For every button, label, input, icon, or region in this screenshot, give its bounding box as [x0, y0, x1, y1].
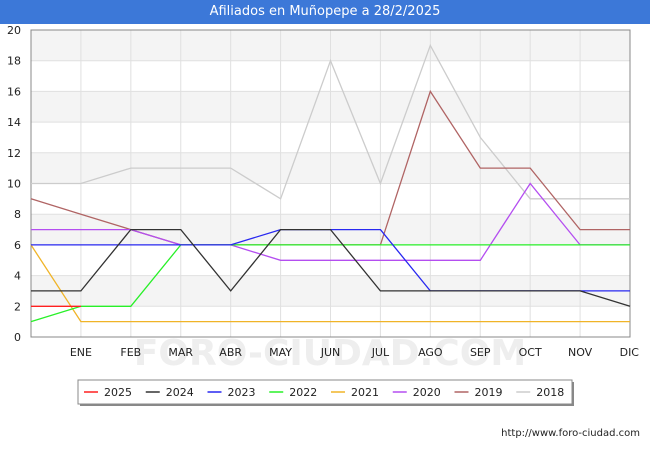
x-tick-label: SEP [470, 346, 491, 359]
y-tick-label: 10 [7, 178, 21, 191]
x-tick-label: MAR [168, 346, 193, 359]
legend-label: 2018 [536, 386, 564, 399]
x-tick-label: DIC [620, 346, 640, 359]
x-tick-label: ENE [70, 346, 92, 359]
legend-label: 2021 [351, 386, 379, 399]
y-tick-label: 18 [7, 55, 21, 68]
x-tick-label: OCT [519, 346, 542, 359]
y-tick-label: 8 [14, 208, 21, 221]
legend-label: 2019 [475, 386, 503, 399]
y-tick-label: 4 [14, 270, 21, 283]
x-tick-label: JUL [371, 346, 390, 359]
x-tick-label: JUN [320, 346, 341, 359]
x-tick-label: FEB [120, 346, 141, 359]
source-url: http://www.foro-ciudad.com [501, 428, 640, 439]
y-tick-label: 6 [14, 239, 21, 252]
y-tick-label: 0 [14, 331, 21, 344]
line-chart: FORO-CIUDAD.COM 02468101214161820 ENE FEB… [7, 24, 640, 406]
x-tick-label: NOV [568, 346, 593, 359]
legend-label: 2025 [104, 386, 132, 399]
legend-label: 2022 [289, 386, 317, 399]
y-tick-label: 20 [7, 24, 21, 37]
x-tick-label: AGO [418, 346, 443, 359]
x-tick-label: MAY [269, 346, 292, 359]
y-tick-label: 14 [7, 116, 21, 129]
y-tick-label: 12 [7, 147, 21, 160]
y-axis-ticks: 0 2 4 6 8 10 12 14 16 18 20 [7, 24, 21, 344]
legend-label: 2024 [166, 386, 194, 399]
y-tick-label: 16 [7, 85, 21, 98]
y-tick-label: 2 [14, 300, 21, 313]
x-tick-label: ABR [219, 346, 242, 359]
legend: 2025 2024 2023 2022 2021 2020 2019 2018 [77, 379, 574, 406]
legend-label: 2023 [228, 386, 256, 399]
legend-label: 2020 [413, 386, 441, 399]
